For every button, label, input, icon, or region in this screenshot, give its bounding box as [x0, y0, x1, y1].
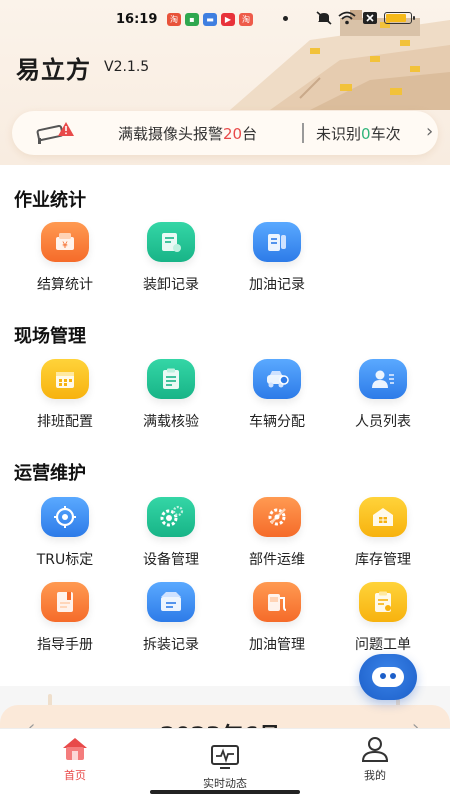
- grid-item-person-list[interactable]: 人员列表: [330, 359, 436, 431]
- tools-icon: [253, 497, 301, 537]
- grid-item-manual[interactable]: 指导手册: [12, 582, 118, 654]
- grid-item-inventory[interactable]: 库存管理: [330, 497, 436, 569]
- grid-item-parts-maintenance[interactable]: 部件运维: [224, 497, 330, 569]
- fuel-pump-icon: [253, 582, 301, 622]
- grid-label: 人员列表: [355, 414, 411, 430]
- svg-text:¥: ¥: [62, 241, 68, 251]
- battery-level: [386, 14, 407, 22]
- status-bar: 16:19 淘 ▪ ▬ ▶ 淘: [0, 8, 450, 32]
- robot-icon: [372, 667, 404, 687]
- grid-label: 车辆分配: [249, 414, 305, 430]
- grid-label: 排班配置: [37, 414, 93, 430]
- play-icon: ▶: [221, 13, 235, 26]
- chevron-right-icon: ›: [426, 121, 434, 142]
- person-list-icon: [359, 359, 407, 399]
- robot-eye: [380, 673, 386, 679]
- section-title-site-mgmt: 现场管理: [14, 326, 86, 347]
- app-version: V2.1.5: [104, 59, 150, 75]
- app-title: 易立方: [16, 56, 91, 84]
- grid-label: 结算统计: [37, 277, 93, 293]
- target-icon: [41, 497, 89, 537]
- tab-realtime[interactable]: 实时动态: [180, 743, 270, 791]
- grid-label: 加油管理: [249, 637, 305, 653]
- ticket-icon: [359, 582, 407, 622]
- camera-alarm-icon: [36, 122, 74, 144]
- grid-label: 装卸记录: [143, 277, 199, 293]
- loading-record-icon: [147, 222, 195, 262]
- settlement-icon: ¥: [41, 222, 89, 262]
- battery-icon: [384, 12, 415, 24]
- checklist-icon: [147, 359, 195, 399]
- app-icon: ▬: [203, 13, 217, 26]
- section-title-ops: 运营维护: [14, 463, 86, 484]
- grid-label: TRU标定: [36, 552, 94, 568]
- camera-alarm-unit: 台: [242, 125, 258, 143]
- taobao-app-icon: 淘: [167, 13, 181, 26]
- tab-mine[interactable]: 我的: [330, 735, 420, 783]
- camera-alarm-count: 20: [223, 125, 243, 143]
- status-time: 16:19: [116, 12, 158, 27]
- taobao-app-icon: 淘: [239, 13, 253, 26]
- grid-item-issue-ticket[interactable]: 问题工单: [330, 582, 436, 654]
- monitor-icon: [211, 745, 239, 769]
- tab-label: 首页: [64, 769, 86, 782]
- vehicle-icon: [253, 359, 301, 399]
- unrecognized-count: 0: [361, 125, 371, 143]
- schedule-icon: [41, 359, 89, 399]
- grid-label: 库存管理: [355, 552, 411, 568]
- camera-alarm-text: 满载摄像头报警20台: [118, 123, 257, 144]
- header-hero: 16:19 淘 ▪ ▬ ▶ 淘 易立方 V2.1.5 满载摄像头报警20台 未识…: [0, 0, 450, 165]
- box-record-icon: [147, 582, 195, 622]
- grid-item-settlement[interactable]: ¥ 结算统计: [12, 222, 118, 294]
- grid-label: 拆装记录: [143, 637, 199, 653]
- notification-dot: [283, 16, 288, 21]
- grid-label: 问题工单: [355, 637, 411, 653]
- robot-eye: [390, 673, 396, 679]
- grid-item-tru-calibration[interactable]: TRU标定: [12, 497, 118, 569]
- wifi-icon: [338, 11, 356, 25]
- tab-label: 实时动态: [203, 777, 247, 790]
- home-icon: [63, 738, 87, 760]
- warehouse-icon: [359, 497, 407, 537]
- unrecognized-label: 未识别: [316, 125, 362, 143]
- grid-label: 加油记录: [249, 277, 305, 293]
- user-icon: [361, 737, 389, 762]
- grid-item-schedule[interactable]: 排班配置: [12, 359, 118, 431]
- grid-label: 设备管理: [143, 552, 199, 568]
- home-indicator: [150, 790, 300, 794]
- grid-label: 指导手册: [37, 637, 93, 653]
- grid-item-vehicle-assign[interactable]: 车辆分配: [224, 359, 330, 431]
- grid-item-fuel-mgmt[interactable]: 加油管理: [224, 582, 330, 654]
- grid-label: 满载核验: [143, 414, 199, 430]
- alert-banner[interactable]: 满载摄像头报警20台 未识别0车次 ›: [12, 111, 438, 155]
- manual-icon: [41, 582, 89, 622]
- grid-item-full-load-check[interactable]: 满载核验: [118, 359, 224, 431]
- sim-icon: [363, 12, 377, 24]
- status-right: [316, 11, 415, 25]
- mute-icon: [316, 11, 332, 25]
- grid-item-device-mgmt[interactable]: 设备管理: [118, 497, 224, 569]
- alert-divider: [302, 123, 304, 143]
- status-notification-icons: 淘 ▪ ▬ ▶ 淘: [167, 13, 253, 26]
- grid-item-disassembly-record[interactable]: 拆装记录: [118, 582, 224, 654]
- grid-item-loading-record[interactable]: 装卸记录: [118, 222, 224, 294]
- grid-item-fuel-record[interactable]: 加油记录: [224, 222, 330, 294]
- unrecognized-text: 未识别0车次: [316, 123, 401, 144]
- assistant-robot-button[interactable]: [359, 654, 417, 700]
- gear-icon: [147, 497, 195, 537]
- unrecognized-unit: 车次: [370, 125, 401, 143]
- tab-home[interactable]: 首页: [30, 735, 120, 783]
- tab-label: 我的: [364, 769, 386, 782]
- grid-label: 部件运维: [249, 552, 305, 568]
- camera-alarm-label: 满载摄像头报警: [118, 125, 224, 143]
- section-title-work-stats: 作业统计: [14, 190, 86, 211]
- fuel-record-icon: [253, 222, 301, 262]
- app-icon: ▪: [185, 13, 199, 26]
